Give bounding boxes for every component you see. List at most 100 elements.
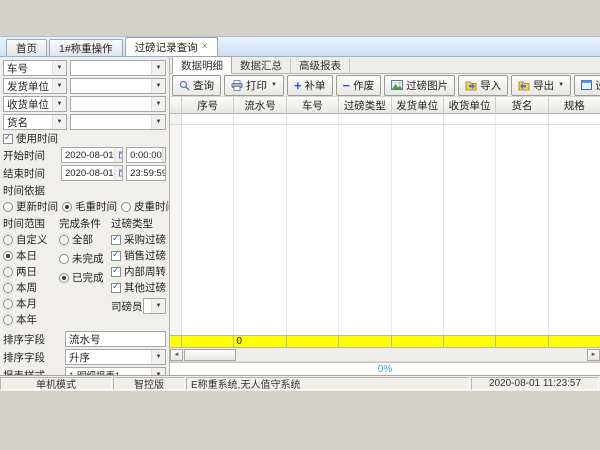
receiver-value-combo[interactable]: ▼ <box>70 96 166 112</box>
spinner-up-icon[interactable]: ▲ <box>162 148 166 155</box>
chevron-down-icon: ▼ <box>52 97 66 111</box>
radio-selected-icon <box>3 251 13 261</box>
field-selector-shipper[interactable]: 发货单位 ▼ <box>3 78 67 94</box>
radio-finish-all[interactable]: 全部 <box>59 232 111 247</box>
column-header-vehicle[interactable]: 车号 <box>287 97 339 114</box>
status-mode: 单机模式 <box>0 377 112 390</box>
radio-range-week[interactable]: 本周 <box>3 280 59 295</box>
radio-label: 更新时间 <box>16 199 58 214</box>
field-selector-vehicle[interactable]: 车号 ▼ <box>3 60 67 76</box>
tab-record-query[interactable]: 过磅记录查询 × <box>125 37 218 56</box>
void-button[interactable]: − 作废 <box>336 75 382 96</box>
horizontal-scrollbar[interactable]: ◄ ► <box>170 348 600 362</box>
chevron-down-icon: ▼ <box>151 368 165 375</box>
radio-label: 已完成 <box>72 270 104 285</box>
radio-range-today[interactable]: 本日 <box>3 248 59 263</box>
print-button[interactable]: 打印 ▼ <box>224 75 284 96</box>
radio-label: 自定义 <box>16 232 48 247</box>
end-date-picker[interactable]: 2020-08-01 <box>61 165 123 181</box>
tab-data-detail[interactable]: 数据明细 <box>172 56 232 74</box>
radio-finish-complete[interactable]: 已完成 <box>59 270 111 285</box>
tab-label: 数据汇总 <box>240 58 282 73</box>
printer-icon <box>231 80 243 91</box>
query-button[interactable]: 查询 <box>172 75 221 96</box>
field-selector-receiver[interactable]: 收货单位 ▼ <box>3 96 67 112</box>
report-style-combo[interactable]: 1.明细报表1 ▼ <box>65 367 166 375</box>
radio-icon <box>121 202 131 212</box>
start-time-value: 0:00:00 <box>130 150 162 161</box>
checkbox-label: 内部周转 <box>124 264 166 279</box>
settings-button[interactable]: 设置 <box>574 75 600 96</box>
checkbox-label: 销售过磅 <box>124 248 166 263</box>
radio-label: 两日 <box>16 264 37 279</box>
checkbox-purchase-weigh[interactable]: 采购过磅 <box>111 232 166 247</box>
checkbox-sales-weigh[interactable]: 销售过磅 <box>111 248 166 263</box>
tab-weighing-operation[interactable]: 1#称重操作 <box>49 39 123 56</box>
settings-label: 设置 <box>595 78 600 93</box>
column-header-weigh-type[interactable]: 过磅类型 <box>339 97 391 114</box>
tab-home[interactable]: 首页 <box>6 39 47 56</box>
status-datetime-value: 2020-08-01 11:23:57 <box>489 378 581 389</box>
scrollbar-thumb[interactable] <box>184 349 236 361</box>
import-icon <box>465 80 477 91</box>
status-datetime: 2020-08-01 11:23:57 <box>471 377 599 390</box>
end-time-spinner[interactable]: 23:59:59 ▲ ▼ <box>126 165 166 181</box>
summary-cell <box>549 336 600 347</box>
scroll-right-icon[interactable]: ► <box>587 349 600 361</box>
export-label: 导出 <box>533 78 554 93</box>
radio-gross-time[interactable]: 毛重时间 <box>62 199 117 214</box>
radio-update-time[interactable]: 更新时间 <box>3 199 58 214</box>
column-header-shipper[interactable]: 发货单位 <box>392 97 444 114</box>
shipper-value-combo[interactable]: ▼ <box>70 78 166 94</box>
import-button[interactable]: 导入 <box>458 75 508 96</box>
use-time-checkbox[interactable]: 使用时间 <box>3 132 166 145</box>
field-selector-goods[interactable]: 货名 ▼ <box>3 114 67 130</box>
supplement-order-button[interactable]: + 补单 <box>287 75 333 96</box>
start-date-picker[interactable]: 2020-08-01 <box>61 147 123 163</box>
radio-finish-incomplete[interactable]: 未完成 <box>59 251 111 266</box>
weigher-label: 司磅员 <box>111 299 143 314</box>
plus-icon: + <box>294 79 302 92</box>
checkbox-other-weigh[interactable]: 其他过磅 <box>111 280 166 295</box>
grid-column <box>496 125 548 335</box>
column-header-spec[interactable]: 规格 <box>549 97 600 114</box>
radio-range-two-days[interactable]: 两日 <box>3 264 59 279</box>
tab-advanced-report[interactable]: 高级报表 <box>291 58 350 73</box>
sort-field-input[interactable]: 流水号 <box>65 331 166 347</box>
column-header-receiver[interactable]: 收货单位 <box>444 97 496 114</box>
chevron-down-icon: ▼ <box>151 299 165 313</box>
radio-range-year[interactable]: 本年 <box>3 312 59 327</box>
end-time-value: 23:59:59 <box>130 168 166 179</box>
summary-cell-count: 0 <box>234 336 286 347</box>
column-header-seq[interactable]: 序号 <box>182 97 234 114</box>
spinner-down-icon[interactable]: ▼ <box>162 155 166 162</box>
chevron-down-icon: ▼ <box>52 115 66 129</box>
filter-panel: 车号 ▼ ▼ 发货单位 ▼ ▼ 收货 <box>0 57 170 375</box>
chevron-down-icon: ▼ <box>151 79 165 93</box>
checkbox-internal-transfer[interactable]: 内部周转 <box>111 264 166 279</box>
tab-record-query-label: 过磅记录查询 <box>135 40 198 55</box>
radio-label: 本日 <box>16 248 37 263</box>
checkbox-checked-icon <box>111 251 121 261</box>
radio-icon <box>59 235 69 245</box>
report-style-label: 报表样式 <box>3 368 65 376</box>
tab-home-label: 首页 <box>16 41 37 56</box>
radio-label: 未完成 <box>72 251 104 266</box>
scroll-left-icon[interactable]: ◄ <box>170 349 183 361</box>
vehicle-value-combo[interactable]: ▼ <box>70 60 166 76</box>
weigh-image-button[interactable]: 过磅图片 <box>384 75 455 96</box>
tab-data-summary[interactable]: 数据汇总 <box>232 58 291 73</box>
sort-order-combo[interactable]: 升序 ▼ <box>65 349 166 365</box>
radio-range-month[interactable]: 本月 <box>3 296 59 311</box>
column-header-goods[interactable]: 货名 <box>496 97 548 114</box>
close-icon[interactable]: × <box>202 42 208 52</box>
table-header-row: 序号 流水号 车号 过磅类型 发货单位 收货单位 货名 规格 <box>170 97 600 114</box>
column-header-serial[interactable]: 流水号 <box>234 97 286 114</box>
goods-value-combo[interactable]: ▼ <box>70 114 166 130</box>
weigher-combo[interactable]: ▼ <box>143 298 166 314</box>
start-time-spinner[interactable]: 0:00:00 ▲ ▼ <box>126 147 166 163</box>
checkbox-label: 其他过磅 <box>124 280 166 295</box>
export-button[interactable]: 导出 ▼ <box>511 75 571 96</box>
radio-tare-time[interactable]: 皮重时间 <box>121 199 170 214</box>
radio-range-custom[interactable]: 自定义 <box>3 232 59 247</box>
